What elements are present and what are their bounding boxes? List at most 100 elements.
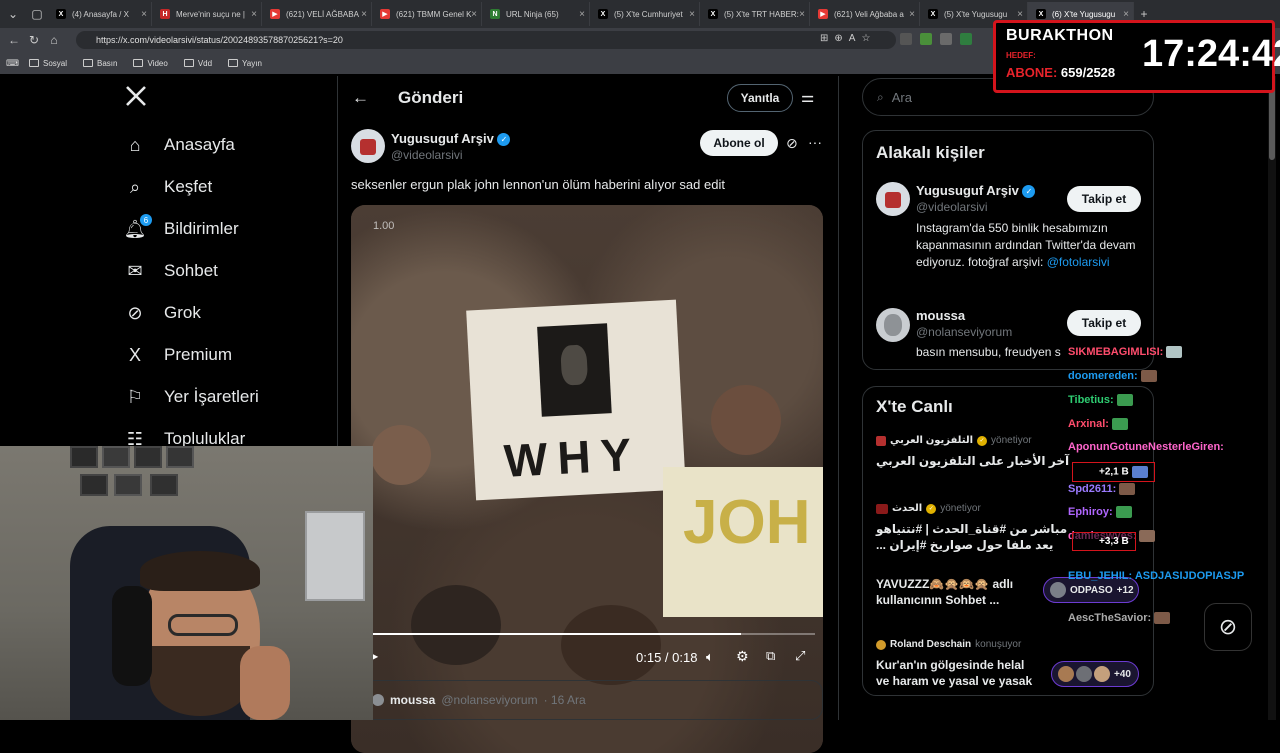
reply-button[interactable]: Yanıtla xyxy=(727,84,793,112)
tab-favicon-icon: N xyxy=(490,9,500,19)
volume-icon[interactable]: 🔈︎ xyxy=(706,649,714,665)
subscribe-button[interactable]: Abone ol xyxy=(700,130,778,156)
extension-icon[interactable] xyxy=(940,33,952,45)
bookmark-folder[interactable]: Basın xyxy=(83,59,117,68)
video-progress-track[interactable] xyxy=(373,633,815,635)
tab-favicon-icon: X xyxy=(928,9,938,19)
follow-button[interactable]: Takip et xyxy=(1067,310,1141,336)
browser-tab[interactable]: N URL Ninja (65) × xyxy=(482,2,590,26)
browser-tab[interactable]: ▶ (621) VELİ AĞBABA × xyxy=(262,2,372,26)
chat-emote-icon xyxy=(1111,418,1128,431)
nav-item-yer-i-şaretleri[interactable]: ⚐ Yer İşaretleri xyxy=(110,376,336,418)
tune-settings-icon[interactable]: ⚌ xyxy=(801,88,814,106)
extension-icon[interactable] xyxy=(900,33,912,45)
chat-username: Tibetius: xyxy=(1068,394,1114,406)
reply-preview[interactable]: moussa @nolanseviyorum · 16 Ara xyxy=(351,680,823,720)
tab-close-icon[interactable]: × xyxy=(909,9,915,20)
read-aloud-icon[interactable]: A xyxy=(849,33,856,44)
bookmark-label: Yayın xyxy=(242,58,262,68)
browser-tab[interactable]: ▶ (621) Veli Ağbaba a × xyxy=(810,2,920,26)
favorite-star-icon[interactable]: ☆ xyxy=(861,33,870,44)
author-name[interactable]: Yugusuguf Arşiv xyxy=(391,131,494,146)
tab-label: (5) X'te TRT HABER: xyxy=(724,9,799,19)
reply-author-name: moussa xyxy=(390,693,436,707)
listener-label: ODPASO xyxy=(1070,584,1113,596)
extension-icon[interactable] xyxy=(920,33,932,45)
nav-item-grok[interactable]: ⊘ Grok xyxy=(110,292,336,334)
author-handle[interactable]: @videolarsivi xyxy=(391,148,463,162)
chat-message: +3,3 B xyxy=(1072,532,1136,551)
home-button-icon[interactable]: ⌂ xyxy=(44,30,64,50)
nav-item-bildirimler[interactable]: 🔔︎ 6 Bildirimler xyxy=(110,208,336,250)
nav-item-anasayfa[interactable]: ⌂ Anasayfa xyxy=(110,124,336,166)
grok-floating-button[interactable]: ⊘ xyxy=(1204,603,1252,651)
bookmark-label: Vdd xyxy=(197,58,213,68)
reload-icon[interactable]: ↻ xyxy=(24,30,44,50)
person-name[interactable]: Yugusuguf Arşiv xyxy=(916,183,1019,198)
tab-close-icon[interactable]: × xyxy=(1123,9,1129,20)
pip-icon[interactable]: ⧉ xyxy=(766,648,775,664)
grok-explain-icon[interactable]: ⊘ xyxy=(786,135,798,152)
more-options-icon[interactable]: ··· xyxy=(808,134,822,150)
tab-favicon-icon: H xyxy=(160,9,170,19)
verified-badge-icon: ✓ xyxy=(1022,185,1036,199)
follow-button[interactable]: Takip et xyxy=(1067,186,1141,212)
back-arrow-icon[interactable]: ← xyxy=(352,88,369,108)
browser-tab[interactable]: ▶ (621) TBMM Genel K × xyxy=(372,2,482,26)
tab-close-icon[interactable]: × xyxy=(689,9,695,20)
nav-item-label: Sohbet xyxy=(164,261,218,280)
tab-close-icon[interactable]: × xyxy=(251,9,257,20)
person-name[interactable]: moussa xyxy=(916,308,965,323)
verified-badge-icon: ✓ xyxy=(497,133,511,147)
back-arrow-icon[interactable]: ← xyxy=(4,30,24,50)
bio-link[interactable]: @fotolarsivi xyxy=(1047,255,1110,269)
browser-tab[interactable]: X (4) Anasayfa / X × xyxy=(48,2,152,26)
browser-tab[interactable]: X (5) X'te TRT HABER: × xyxy=(700,2,810,26)
person-avatar[interactable] xyxy=(876,308,910,342)
x-logo-icon[interactable] xyxy=(124,84,150,110)
tab-close-icon[interactable]: × xyxy=(799,9,805,20)
person-handle[interactable]: @videolarsivi xyxy=(916,200,988,214)
video-player[interactable]: WHY JOH 1.00 ▶ 0:15 / 0:18 🔈︎ ⚙ ⧉ ⤢ xyxy=(351,205,823,753)
bookmark-label: Sosyal xyxy=(43,58,68,68)
browser-tab[interactable]: H Merve'nin suçu ne | × xyxy=(152,2,262,26)
tab-label: (621) VELİ AĞBABA xyxy=(286,9,359,19)
fullscreen-icon[interactable]: ⤢ xyxy=(795,648,805,664)
tab-close-icon[interactable]: × xyxy=(579,9,585,20)
bookmark-folder[interactable]: Vdd xyxy=(183,58,213,68)
listener-count: +40 xyxy=(1114,668,1131,680)
tab-close-icon[interactable]: × xyxy=(141,9,147,20)
reply-author-handle: @nolanseviyorum xyxy=(441,693,538,707)
listener-count: +12 xyxy=(1116,584,1134,596)
sign-text: JOH xyxy=(683,488,811,557)
tab-list-chevron-icon[interactable]: ⌄ xyxy=(0,4,26,24)
url-input[interactable]: https://x.com/videolarsivi/status/200248… xyxy=(76,31,896,49)
nav-item-sohbet[interactable]: ✉ Sohbet xyxy=(110,250,336,292)
live-host: الحدث xyxy=(892,503,923,514)
bookmark-folder[interactable]: Sosyal xyxy=(29,59,67,68)
tab-close-icon[interactable]: × xyxy=(1017,9,1023,20)
author-avatar[interactable] xyxy=(351,129,385,163)
reply-avatar xyxy=(372,694,384,706)
tab-label: URL Ninja (65) xyxy=(506,9,559,19)
tab-close-icon[interactable]: × xyxy=(361,9,367,20)
bookmarks-menu-icon[interactable]: ⌨ xyxy=(6,58,19,69)
bookmark-folder[interactable]: Yayın xyxy=(228,59,262,68)
person-avatar[interactable] xyxy=(876,182,910,216)
extension-icon[interactable] xyxy=(960,33,972,45)
nav-item-premium[interactable]: X Premium xyxy=(110,334,336,376)
folder-icon xyxy=(183,59,194,67)
browser-tab[interactable]: X (5) X'te Cumhuriyet × xyxy=(590,2,700,26)
chat-message: Tibetius: xyxy=(1068,394,1133,407)
nav-item-keşfet[interactable]: ⌕ Keşfet xyxy=(110,166,336,208)
live-host: التلفزيون العربي xyxy=(890,435,974,446)
workspaces-icon[interactable]: ▢ xyxy=(26,4,48,24)
tab-close-icon[interactable]: × xyxy=(471,9,477,20)
bookmark-folder[interactable]: Video xyxy=(133,59,168,68)
person-handle[interactable]: @nolanseviyorum xyxy=(916,325,1012,339)
settings-gear-icon[interactable]: ⚙ xyxy=(736,648,749,665)
site-info-icon[interactable]: ⊞ xyxy=(820,33,828,44)
zoom-icon[interactable]: ⊕ xyxy=(834,33,842,44)
page-scrollbar[interactable] xyxy=(1268,76,1276,720)
reply-date: · 16 Ara xyxy=(543,693,586,707)
